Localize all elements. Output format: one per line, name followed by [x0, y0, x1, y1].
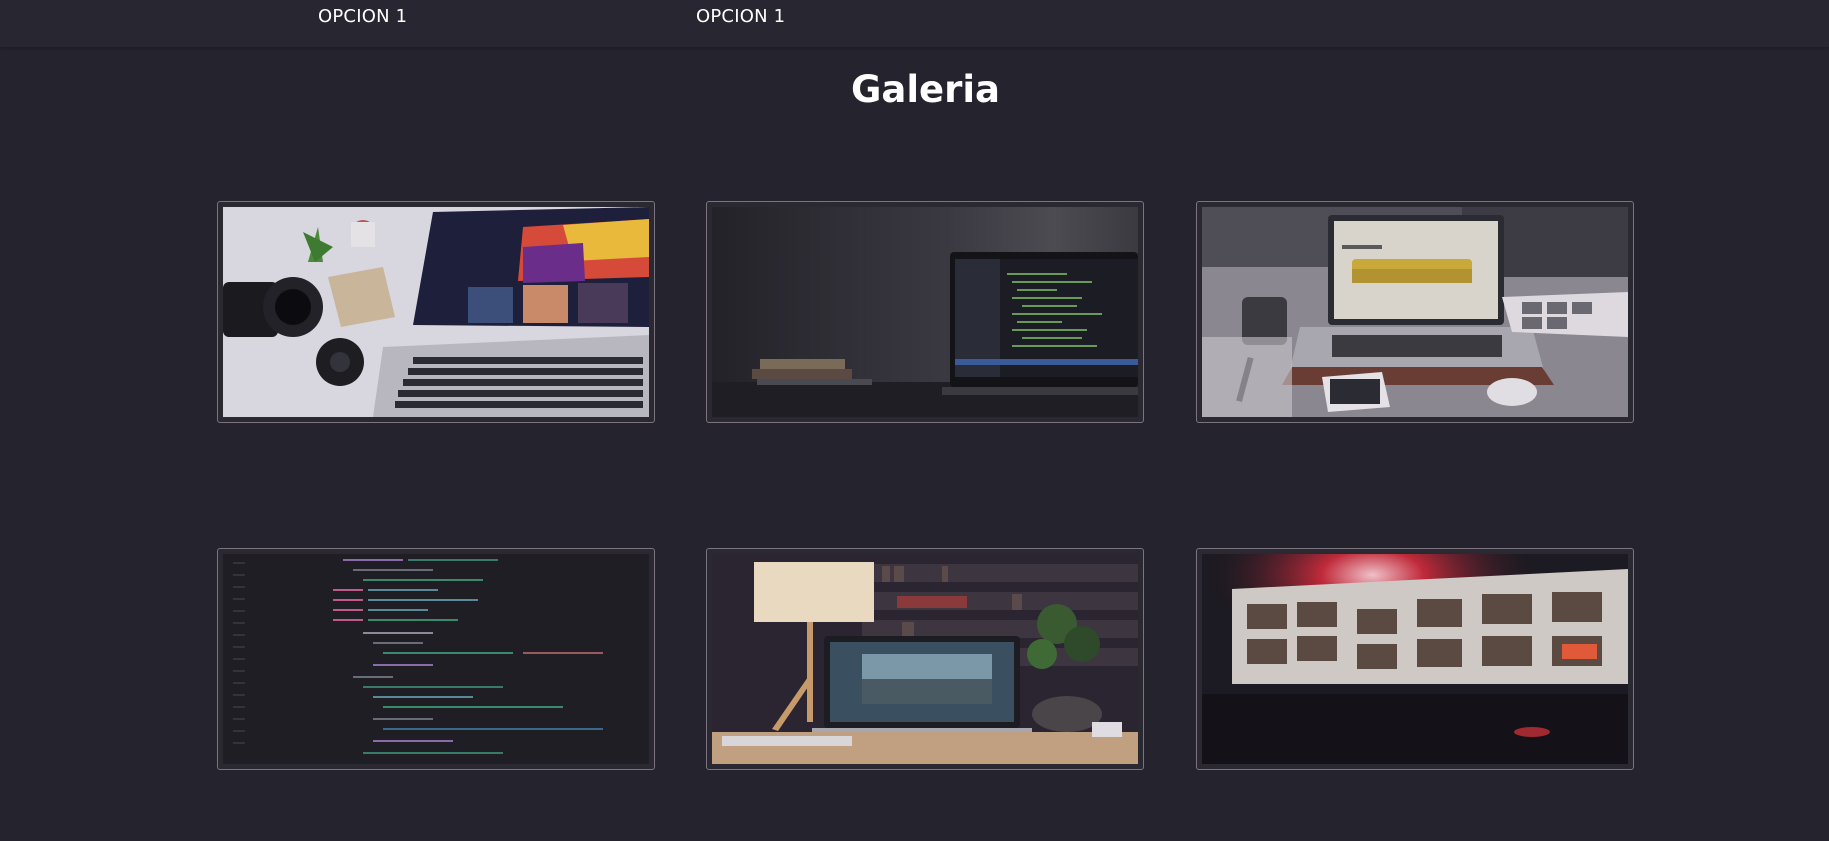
- monitor-website-red-light-photo: [1202, 554, 1628, 764]
- nav-link-opcion-1[interactable]: OPCION 1: [318, 6, 407, 27]
- page-title: Galeria: [850, 68, 1000, 111]
- laptop-code-dark-wall-photo: [712, 207, 1138, 417]
- gallery-card-5[interactable]: [706, 548, 1144, 770]
- laptop-lamp-bookshelf-photo: [712, 554, 1138, 764]
- gallery-card-6[interactable]: [1196, 548, 1634, 770]
- code-editor-screen-photo: [223, 554, 649, 764]
- nav-link-opcion-2[interactable]: OPCION 1: [696, 6, 785, 27]
- top-navbar: OPCION 1 OPCION 1: [0, 0, 1829, 47]
- gallery-card-4[interactable]: [217, 548, 655, 770]
- laptop-product-page-desk-photo: [1202, 207, 1628, 417]
- gallery-card-2[interactable]: [706, 201, 1144, 423]
- laptop-camera-desk-photo: [223, 207, 649, 417]
- gallery-card-1[interactable]: [217, 201, 655, 423]
- gallery-card-3[interactable]: [1196, 201, 1634, 423]
